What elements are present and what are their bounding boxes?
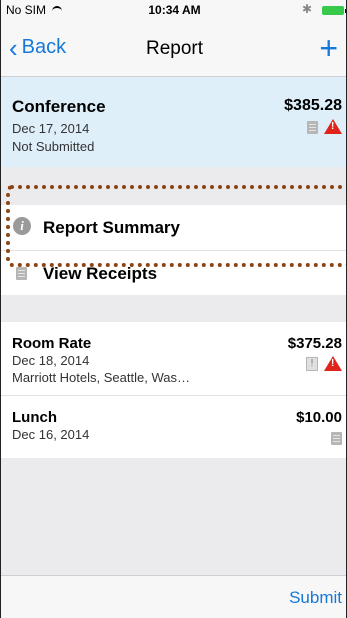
expense-amount: $375.28 (287, 335, 342, 352)
battery-icon (322, 6, 346, 15)
view-receipts-label: View Receipts (43, 264, 158, 283)
bluetooth-icon: ✱ (301, 2, 312, 16)
expense-date: Dec 18, 2014 (12, 353, 90, 368)
receipt-icon (331, 432, 342, 445)
receipt-missing-icon: ! (306, 357, 318, 371)
nav-bar: ‹ Back Report + (1, 20, 346, 77)
bottom-toolbar: Submit (1, 575, 346, 618)
expense-vendor: Marriott Hotels, Seattle, Was… (12, 370, 190, 385)
report-date: Dec 17, 2014 (12, 121, 90, 136)
report-title: Conference (12, 97, 106, 116)
report-header[interactable]: Conference Dec 17, 2014 Not Submitted $3… (1, 77, 346, 167)
status-bar: No SIM 10:34 AM ✱ (1, 0, 346, 20)
report-amount: $385.28 (284, 97, 342, 114)
expense-row[interactable]: Lunch Dec 16, 2014 $10.00 (1, 396, 346, 458)
submit-button[interactable]: Submit (289, 588, 342, 608)
app-frame: No SIM 10:34 AM ✱ ‹ Back Report + Confere… (0, 0, 347, 618)
warning-icon (324, 119, 342, 134)
receipt-icon (307, 121, 318, 134)
warning-icon (324, 356, 342, 371)
expense-title: Lunch (12, 409, 57, 426)
expense-date: Dec 16, 2014 (12, 427, 90, 442)
expense-list: Room Rate Dec 18, 2014 Marriott Hotels, … (1, 322, 346, 458)
expense-title: Room Rate (12, 335, 92, 352)
status-time: 10:34 AM (148, 3, 201, 17)
add-button[interactable]: + (319, 30, 338, 67)
receipt-icon (16, 267, 27, 280)
page-title: Report (145, 38, 204, 59)
expense-amount: $10.00 (296, 409, 342, 426)
highlight-annotation (6, 185, 346, 267)
expense-row[interactable]: Room Rate Dec 18, 2014 Marriott Hotels, … (1, 322, 346, 396)
report-status: Not Submitted (12, 139, 95, 154)
